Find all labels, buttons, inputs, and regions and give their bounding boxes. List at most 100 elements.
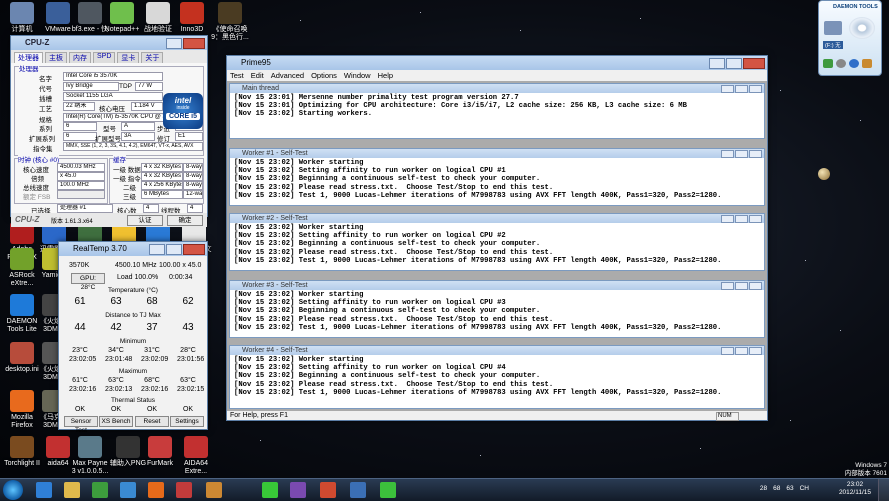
settings-button[interactable]: Settings: [170, 416, 204, 427]
ext-family-label: 扩展系列: [29, 136, 55, 143]
close-button[interactable]: [749, 215, 762, 223]
clock[interactable]: 23:02 2012/11/15: [839, 481, 871, 497]
minimize-button[interactable]: [709, 58, 725, 69]
maximize-button[interactable]: [735, 215, 748, 223]
purple-app-icon[interactable]: [290, 482, 306, 498]
close-button[interactable]: [183, 38, 205, 49]
disc-icon[interactable]: [849, 17, 875, 39]
maximize-button[interactable]: [735, 150, 748, 158]
cpuz-titlebar[interactable]: CPU-Z: [11, 36, 207, 50]
tray-item[interactable]: 68: [773, 485, 780, 492]
media-player-icon[interactable]: [92, 482, 108, 498]
prime95-worker-3-window[interactable]: Worker #3 - Self-Test [Nov 15 23:02] Work…: [229, 280, 765, 338]
xs-bench-button[interactable]: XS Bench: [99, 416, 133, 427]
subwindow-titlebar[interactable]: Worker #1 - Self-Test: [230, 149, 764, 158]
minimize-button[interactable]: [721, 347, 734, 355]
cpuz-tab[interactable]: SPD: [93, 52, 116, 63]
maximize-button[interactable]: [726, 58, 742, 69]
minimize-button[interactable]: [721, 85, 734, 93]
cpuz-tab[interactable]: 关于: [141, 52, 164, 63]
cpuz-tab[interactable]: 主板: [45, 52, 67, 63]
paint-icon[interactable]: [206, 482, 222, 498]
red-app-icon[interactable]: [320, 482, 336, 498]
add-icon[interactable]: [823, 59, 833, 68]
menu-advanced[interactable]: Advanced: [271, 70, 304, 81]
desktop-icon[interactable]: Notepad++: [102, 2, 142, 34]
help-icon[interactable]: [849, 59, 859, 68]
maximize-button[interactable]: [735, 282, 748, 290]
drive-icon[interactable]: [824, 21, 842, 35]
prime95-menubar: Test Edit Advanced Options Window Help: [227, 70, 767, 81]
subwindow-titlebar[interactable]: Main thread: [230, 84, 764, 93]
prime95-worker-2-window[interactable]: Worker #2 - Self-Test [Nov 15 23:02] Work…: [229, 213, 765, 271]
minimize-button[interactable]: [149, 244, 165, 255]
subwindow-titlebar[interactable]: Worker #4 - Self-Test: [230, 346, 764, 355]
validate-button[interactable]: 认证: [127, 215, 163, 226]
prime95-titlebar[interactable]: Prime95: [227, 56, 767, 70]
prime95-main-thread-window[interactable]: Main thread [Nov 15 23:01] Mersenne numbe…: [229, 83, 765, 139]
cpuz-window[interactable]: CPU-Z 处理器 主板 内存 SPD 显卡 关于 处理器 名字 Intel Core i…: [10, 35, 208, 227]
app-icon: [218, 2, 242, 24]
menu-options[interactable]: Options: [311, 70, 337, 81]
menu-window[interactable]: Window: [344, 70, 371, 81]
prime95-worker-4-window[interactable]: Worker #4 - Self-Test [Nov 15 23:02] Work…: [229, 345, 765, 409]
core-thermal-status: OK: [182, 406, 194, 413]
processor-select[interactable]: 处理器 #1: [57, 204, 113, 213]
minimize-button[interactable]: [166, 38, 182, 49]
globe-icon[interactable]: [120, 482, 136, 498]
tray-item[interactable]: 63: [786, 485, 793, 492]
subwindow-titlebar[interactable]: Worker #2 - Self-Test: [230, 214, 764, 223]
prime95-window[interactable]: Prime95 Test Edit Advanced Options Window Hel…: [226, 55, 768, 421]
tray-item[interactable]: 28: [760, 485, 767, 492]
realtemp-titlebar[interactable]: RealTemp 3.70: [59, 242, 207, 256]
desktop-icon[interactable]: Inno3D: [172, 2, 212, 34]
app-icon[interactable]: [176, 482, 192, 498]
intel-core-i5-logo: intel inside CORE i5: [163, 93, 203, 129]
desktop-icon-label: 《使命召唤9：黑色行...: [211, 26, 249, 41]
minimize-button[interactable]: [721, 282, 734, 290]
gpu-temp-button[interactable]: GPU: 28°C: [71, 273, 105, 291]
minimize-button[interactable]: [721, 215, 734, 223]
close-button[interactable]: [183, 244, 205, 255]
reset-button[interactable]: Reset: [135, 416, 169, 427]
menu-edit[interactable]: Edit: [251, 70, 264, 81]
subwindow-titlebar[interactable]: Worker #3 - Self-Test: [230, 281, 764, 290]
firefox-icon[interactable]: [148, 482, 164, 498]
realtemp-icon[interactable]: [262, 482, 278, 498]
cpuz-tab[interactable]: 处理器: [14, 52, 43, 63]
folder-icon[interactable]: [64, 482, 80, 498]
desktop-icon[interactable]: 《使命召唤9：黑色行...: [210, 2, 250, 42]
start-button[interactable]: [3, 480, 23, 500]
tray-item[interactable]: CH: [800, 485, 809, 492]
maximize-button[interactable]: [735, 347, 748, 355]
desktop-icon[interactable]: 计算机: [2, 2, 42, 34]
python-icon[interactable]: [350, 482, 366, 498]
ok-button[interactable]: 确定: [167, 215, 203, 226]
close-button[interactable]: [749, 85, 762, 93]
ie-icon[interactable]: [36, 482, 52, 498]
close-button[interactable]: [749, 282, 762, 290]
sensor-test-button[interactable]: Sensor Test: [64, 416, 98, 434]
desktop-icon[interactable]: Max Payne 3 v1.0.0.5...: [70, 436, 110, 476]
prime95-worker-1-window[interactable]: Worker #1 - Self-Test [Nov 15 23:02] Work…: [229, 148, 765, 206]
daemon-tools-widget[interactable]: DAEMON TOOLS (F:) 无: [818, 0, 882, 76]
desktop-icon[interactable]: FurMark: [140, 436, 180, 468]
cpuz-tab[interactable]: 显卡: [117, 52, 140, 63]
gear-icon[interactable]: [836, 59, 846, 68]
daemon-brand: DAEMON TOOLS: [833, 4, 878, 10]
tools-icon[interactable]: [862, 59, 872, 68]
close-button[interactable]: [749, 150, 762, 158]
cpuz-tab[interactable]: 内存: [69, 52, 91, 63]
maximize-button[interactable]: [166, 244, 182, 255]
close-button[interactable]: [743, 58, 765, 69]
menu-help[interactable]: Help: [378, 70, 393, 81]
minimize-button[interactable]: [721, 150, 734, 158]
realtemp-window[interactable]: RealTemp 3.70 3570K 4500.10 MHz 100.00 x…: [58, 241, 208, 434]
desktop-icon[interactable]: Torchlight II: [2, 436, 42, 468]
prime95-icon[interactable]: [380, 482, 396, 498]
show-desktop-button[interactable]: [878, 479, 889, 501]
menu-test[interactable]: Test: [230, 70, 244, 81]
desktop-icon[interactable]: AIDA64 Extre...: [176, 436, 216, 476]
close-button[interactable]: [749, 347, 762, 355]
maximize-button[interactable]: [735, 85, 748, 93]
